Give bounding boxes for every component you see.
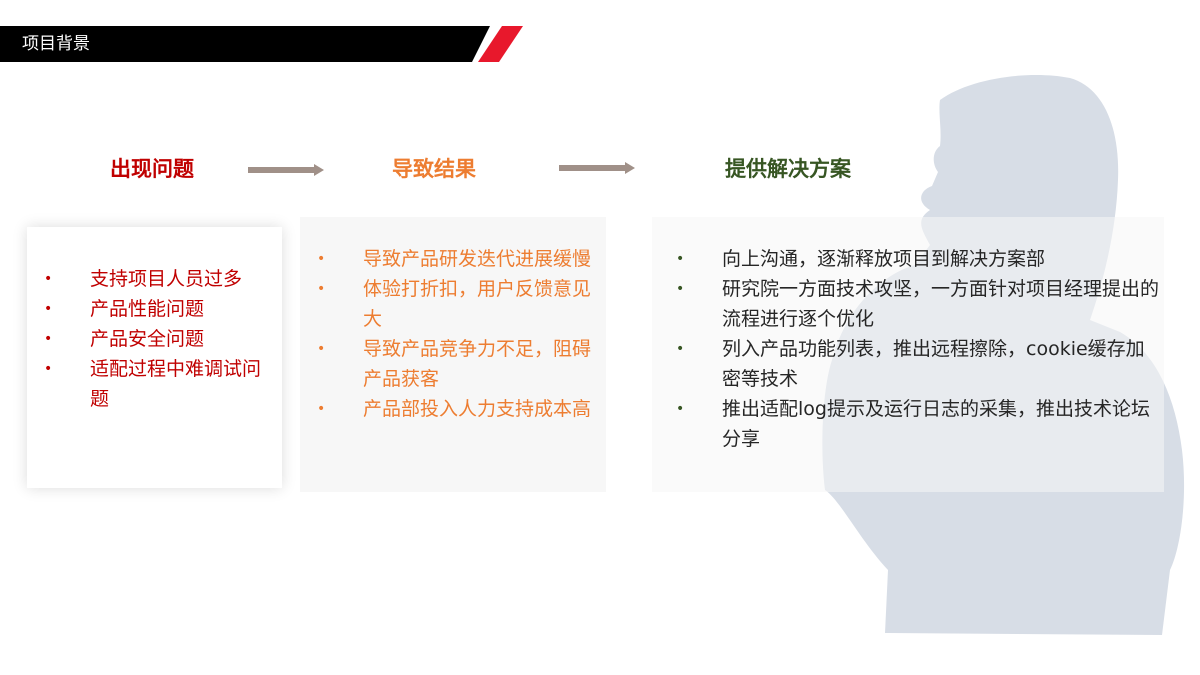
page-title: 项目背景 <box>22 34 90 54</box>
bullet-icon: • <box>676 401 685 417</box>
list-item: • 产品部投入人力支持成本高 <box>317 394 593 424</box>
list-item: • 体验打折扣，用户反馈意见大 <box>317 274 593 334</box>
arrow-right-icon <box>559 162 635 174</box>
list-item: • 适配过程中难调试问题 <box>44 354 265 414</box>
list-item: • 向上沟通，逐渐释放项目到解决方案部 <box>676 244 1162 274</box>
problem-title: 出现问题 <box>110 157 194 181</box>
list-item: • 列入产品功能列表，推出远程擦除，cookie缓存加密等技术 <box>676 334 1162 394</box>
result-title: 导致结果 <box>392 157 476 181</box>
list-item: • 研究院一方面技术攻坚，一方面针对项目经理提出的流程进行逐个优化 <box>676 274 1162 334</box>
list-item: • 产品安全问题 <box>44 324 265 354</box>
bullet-icon: • <box>676 251 685 267</box>
list-item: • 导致产品竞争力不足，阻碍产品获客 <box>317 334 593 394</box>
bullet-icon: • <box>317 341 326 357</box>
list-item: • 导致产品研发迭代进展缓慢 <box>317 244 593 274</box>
bullet-icon: • <box>44 331 53 347</box>
bullet-icon: • <box>676 281 685 297</box>
result-list: • 导致产品研发迭代进展缓慢 • 体验打折扣，用户反馈意见大 • 导致产品竞争力不足，… <box>317 244 593 424</box>
bullet-icon: • <box>44 361 53 377</box>
list-item: • 推出适配log提示及运行日志的采集，推出技术论坛分享 <box>676 394 1162 454</box>
bullet-icon: • <box>317 401 326 417</box>
solution-list: • 向上沟通，逐渐释放项目到解决方案部 • 研究院一方面技术攻坚，一方面针对项目经理… <box>676 244 1162 454</box>
bullet-icon: • <box>676 341 685 357</box>
list-item: • 支持项目人员过多 <box>44 264 265 294</box>
bullet-icon: • <box>44 301 53 317</box>
list-item: • 产品性能问题 <box>44 294 265 324</box>
bullet-icon: • <box>317 281 326 297</box>
arrow-right-icon <box>248 164 324 176</box>
bullet-icon: • <box>317 251 326 267</box>
solution-title: 提供解决方案 <box>725 157 851 181</box>
bullet-icon: • <box>44 271 53 287</box>
problem-list: • 支持项目人员过多 • 产品性能问题 • 产品安全问题 • 适配过程中难调试问题 <box>44 264 265 414</box>
